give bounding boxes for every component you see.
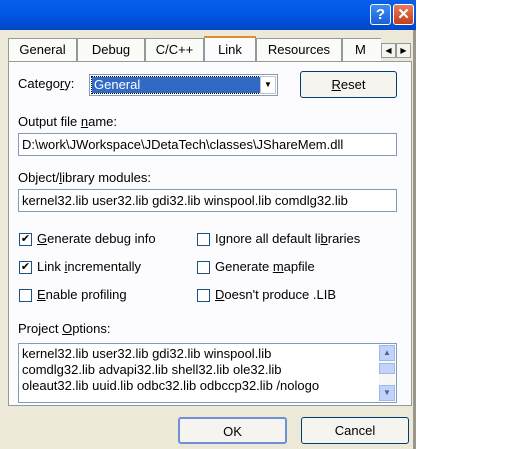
- tab-label: Link: [218, 42, 242, 57]
- link-incrementally-checkbox[interactable]: ✔: [19, 261, 32, 274]
- tab-general[interactable]: General: [8, 38, 77, 62]
- tab-label: Resources: [267, 42, 331, 57]
- tab-scroll-right-button[interactable]: ▶: [396, 43, 411, 58]
- chevron-down-icon: ▼: [264, 80, 272, 89]
- ok-button[interactable]: OK: [178, 417, 287, 444]
- tab-label: C/C++: [155, 42, 194, 57]
- dropdown-arrow-button[interactable]: ▼: [260, 76, 276, 94]
- output-file-input[interactable]: D:\work\JWorkspace\JDetaTech\classes\JSh…: [18, 133, 397, 156]
- generate-mapfile-checkbox[interactable]: [197, 261, 210, 274]
- object-modules-input[interactable]: kernel32.lib user32.lib gdi32.lib winspo…: [18, 189, 397, 212]
- tab-strip: General Debug C/C++ Link Resources M: [0, 36, 381, 62]
- ignore-default-libraries-checkbox[interactable]: [197, 233, 210, 246]
- enable-profiling-label[interactable]: Enable profiling: [37, 287, 127, 302]
- scroll-down-button[interactable]: ▼: [379, 385, 395, 401]
- tab-label: M: [355, 42, 366, 57]
- tab-debug[interactable]: Debug: [77, 38, 145, 62]
- enable-profiling-checkbox[interactable]: [19, 289, 32, 302]
- no-lib-label[interactable]: Doesn't produce .LIB: [215, 287, 336, 302]
- options-line: kernel32.lib user32.lib gdi32.lib winspo…: [22, 346, 272, 361]
- chevron-left-icon: ◀: [385, 46, 392, 55]
- tab-label: Debug: [91, 42, 131, 57]
- checkmark-icon: ✔: [20, 261, 31, 273]
- chevron-down-icon: ▼: [383, 388, 391, 397]
- category-value: General: [91, 76, 261, 94]
- window-edge: [413, 30, 416, 449]
- chevron-up-icon: ▲: [383, 348, 391, 357]
- ignore-default-libraries-label[interactable]: Ignore all default libraries: [215, 231, 360, 246]
- checkmark-icon: ✔: [20, 233, 31, 245]
- options-line: comdlg32.lib advapi32.lib shell32.lib ol…: [22, 362, 282, 377]
- close-button[interactable]: ✕: [393, 4, 414, 25]
- options-scrollbar[interactable]: ▲ ▼: [379, 345, 395, 401]
- help-button[interactable]: ?: [370, 4, 391, 25]
- title-bar[interactable]: ? ✕: [0, 0, 416, 30]
- help-icon: ?: [375, 6, 386, 23]
- scroll-up-button[interactable]: ▲: [379, 345, 395, 361]
- tab-cpp[interactable]: C/C++: [145, 38, 204, 62]
- tab-resources[interactable]: Resources: [256, 38, 342, 62]
- no-lib-checkbox[interactable]: [197, 289, 210, 302]
- generate-debug-checkbox[interactable]: ✔: [19, 233, 32, 246]
- category-label: Category:: [18, 76, 75, 91]
- project-settings-dialog: ? ✕ General Debug C/C++ Link Resources M…: [0, 0, 416, 449]
- options-line: oleaut32.lib uuid.lib odbc32.lib odbccp3…: [22, 378, 320, 393]
- close-icon: ✕: [397, 6, 410, 23]
- project-options-label: Project Options:: [18, 321, 111, 336]
- generate-debug-label[interactable]: Generate debug info: [37, 231, 156, 246]
- cancel-button[interactable]: Cancel: [301, 417, 409, 444]
- scroll-thumb[interactable]: [379, 363, 395, 374]
- tab-link[interactable]: Link: [204, 36, 256, 62]
- output-file-label: Output file name:: [18, 114, 118, 129]
- object-modules-label: Object/library modules:: [18, 170, 151, 185]
- category-dropdown[interactable]: General ▼: [89, 74, 278, 96]
- link-incrementally-label[interactable]: Link incrementally: [37, 259, 141, 274]
- reset-button[interactable]: Reset: [300, 71, 397, 98]
- tab-scroll-left-button[interactable]: ◀: [381, 43, 396, 58]
- tab-label: General: [19, 42, 66, 57]
- generate-mapfile-label[interactable]: Generate mapfile: [215, 259, 315, 274]
- project-options-textarea[interactable]: kernel32.lib user32.lib gdi32.lib winspo…: [18, 343, 397, 403]
- tab-more[interactable]: M: [342, 38, 381, 62]
- chevron-right-icon: ▶: [400, 46, 407, 55]
